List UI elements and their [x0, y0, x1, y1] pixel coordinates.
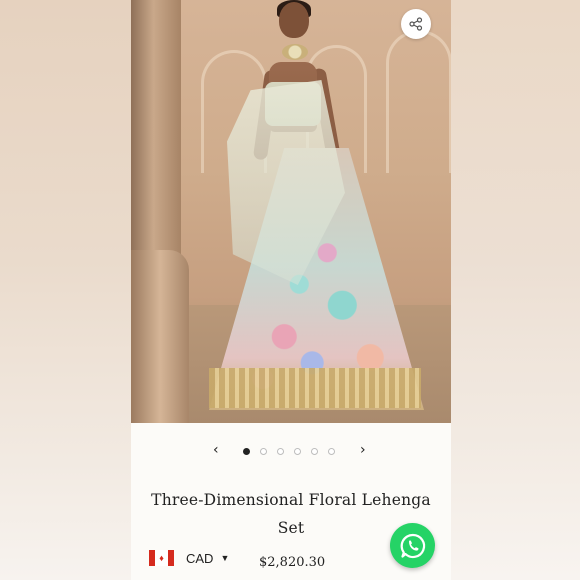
carousel-nav: ‹ › [131, 441, 451, 463]
carousel-dot-2[interactable] [260, 448, 267, 455]
product-price: $2,820.30 [259, 555, 326, 570]
skirt-border [209, 368, 421, 408]
model-head [279, 2, 309, 38]
necklace [282, 44, 308, 60]
product-image[interactable] [131, 0, 451, 423]
share-icon [409, 17, 423, 31]
pillar-base [131, 250, 189, 423]
carousel-dot-3[interactable] [277, 448, 284, 455]
carousel-dot-1[interactable] [243, 448, 250, 455]
carousel-dot-5[interactable] [311, 448, 318, 455]
canada-flag-icon: ♦ [149, 550, 174, 566]
product-page: ‹ › Three-Dimensional Floral Lehenga Set… [131, 0, 451, 580]
whatsapp-icon [400, 533, 425, 558]
whatsapp-button[interactable] [390, 523, 435, 568]
carousel-dot-6[interactable] [328, 448, 335, 455]
share-button[interactable] [401, 9, 431, 39]
chevron-right-icon[interactable]: › [360, 442, 366, 458]
caret-down-icon: ▼ [220, 553, 230, 563]
blurred-background-left [0, 0, 131, 580]
carousel-dot-4[interactable] [294, 448, 301, 455]
currency-code: CAD [186, 550, 214, 566]
wall-arch [386, 30, 451, 173]
currency-selector[interactable]: ♦ CAD ▼ [149, 546, 233, 570]
chevron-left-icon[interactable]: ‹ [213, 442, 219, 458]
blurred-background-right [451, 0, 580, 580]
